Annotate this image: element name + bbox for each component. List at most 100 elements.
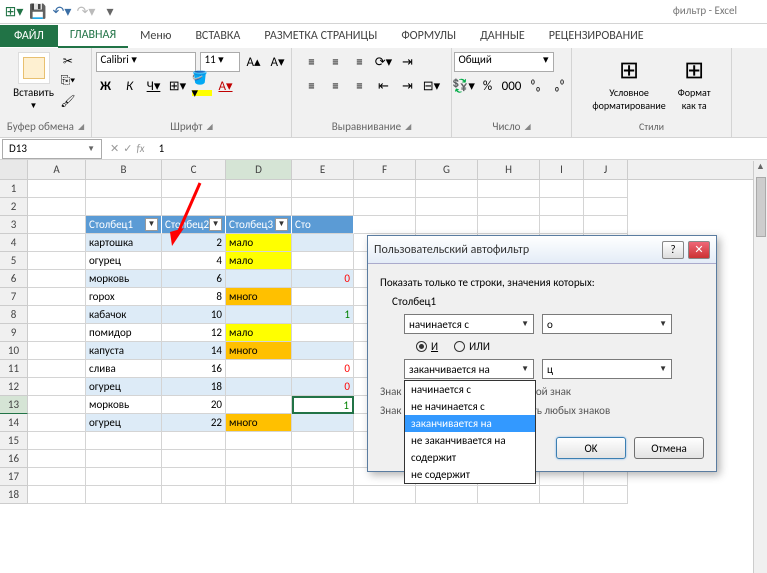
cell[interactable]	[28, 288, 86, 306]
cell[interactable]: Столбец2▼	[162, 216, 226, 234]
cell[interactable]	[292, 468, 354, 486]
cell[interactable]	[28, 306, 86, 324]
cell[interactable]: 0	[292, 360, 354, 378]
cell[interactable]	[86, 468, 162, 486]
dropdown-option[interactable]: не содержит	[405, 466, 535, 483]
cell[interactable]	[28, 360, 86, 378]
cancel-button[interactable]: Отмена	[634, 437, 704, 459]
cell[interactable]	[540, 198, 584, 216]
cell[interactable]	[540, 180, 584, 198]
filter-button[interactable]: ▼	[275, 218, 288, 231]
cell[interactable]: слива	[86, 360, 162, 378]
row-header[interactable]: 18	[0, 486, 28, 504]
cell[interactable]: 10	[162, 306, 226, 324]
cell[interactable]: 12	[162, 324, 226, 342]
scroll-up-icon[interactable]: ▲	[755, 161, 767, 175]
cell[interactable]	[478, 216, 540, 234]
orientation-icon[interactable]: ⟳▾	[374, 52, 394, 72]
cell[interactable]	[354, 216, 416, 234]
dialog-titlebar[interactable]: Пользовательский автофильтр ? ✕	[368, 236, 716, 264]
save-icon[interactable]: 💾	[30, 4, 46, 20]
col-header-D[interactable]: D	[226, 160, 292, 179]
cell[interactable]: мало	[226, 324, 292, 342]
cell[interactable]	[292, 342, 354, 360]
cell[interactable]	[416, 486, 478, 504]
cell[interactable]	[28, 450, 86, 468]
cell[interactable]: мало	[226, 234, 292, 252]
align-center-icon[interactable]: ≡	[326, 76, 346, 96]
copy-icon[interactable]: ⎘▾	[58, 72, 78, 90]
format-painter-icon[interactable]: 🖌	[58, 92, 78, 110]
cell[interactable]	[28, 432, 86, 450]
cell[interactable]	[584, 198, 628, 216]
dropdown-option[interactable]: содержит	[405, 449, 535, 466]
cell[interactable]	[540, 486, 584, 504]
cell[interactable]	[478, 486, 540, 504]
cell[interactable]	[292, 252, 354, 270]
cell[interactable]: огурец	[86, 378, 162, 396]
cell[interactable]	[226, 432, 292, 450]
cell[interactable]	[28, 396, 86, 414]
merge-icon[interactable]: ⊟▾	[422, 76, 442, 96]
align-middle-icon[interactable]: ≡	[326, 52, 346, 72]
cell[interactable]: огурец	[86, 252, 162, 270]
ok-button[interactable]: OK	[556, 437, 626, 459]
tab-insert[interactable]: ВСТАВКА	[183, 25, 252, 47]
decrease-font-icon[interactable]: A▾	[268, 52, 288, 72]
cell[interactable]	[86, 198, 162, 216]
cell[interactable]	[416, 216, 478, 234]
dialog-close-button[interactable]: ✕	[688, 241, 710, 259]
cell[interactable]: много	[226, 414, 292, 432]
col-header-F[interactable]: F	[354, 160, 416, 179]
cell[interactable]	[226, 468, 292, 486]
col-header-J[interactable]: J	[584, 160, 628, 179]
cell[interactable]	[226, 360, 292, 378]
tab-file[interactable]: ФАЙЛ	[0, 25, 58, 47]
tab-home[interactable]: ГЛАВНАЯ	[58, 24, 128, 48]
indent-inc-icon[interactable]: ⇥	[398, 76, 418, 96]
cell[interactable]	[292, 324, 354, 342]
row-header[interactable]: 12	[0, 378, 28, 396]
cell[interactable]	[86, 432, 162, 450]
cell[interactable]	[28, 216, 86, 234]
cell[interactable]: 4	[162, 252, 226, 270]
cell[interactable]: 0	[292, 378, 354, 396]
cell[interactable]	[226, 198, 292, 216]
undo-icon[interactable]: ↶▾	[54, 4, 70, 20]
row-header[interactable]: 2	[0, 198, 28, 216]
align-right-icon[interactable]: ≡	[350, 76, 370, 96]
col-header-B[interactable]: B	[86, 160, 162, 179]
cell[interactable]: помидор	[86, 324, 162, 342]
cell[interactable]	[28, 486, 86, 504]
cell[interactable]: мало	[226, 252, 292, 270]
scroll-thumb[interactable]	[756, 177, 766, 237]
font-size-select[interactable]: 11 ▾	[200, 52, 240, 72]
align-left-icon[interactable]: ≡	[302, 76, 322, 96]
cell[interactable]: горох	[86, 288, 162, 306]
tab-data[interactable]: ДАННЫЕ	[468, 25, 537, 47]
cell[interactable]	[584, 180, 628, 198]
cell[interactable]: 2	[162, 234, 226, 252]
cell[interactable]: 16	[162, 360, 226, 378]
font-name-select[interactable]: Calibri ▾	[96, 52, 196, 72]
tab-formulas[interactable]: ФОРМУЛЫ	[389, 25, 468, 47]
cell[interactable]: 8	[162, 288, 226, 306]
row-header[interactable]: 6	[0, 270, 28, 288]
cell[interactable]	[28, 324, 86, 342]
tab-layout[interactable]: РАЗМЕТКА СТРАНИЦЫ	[252, 25, 389, 47]
cell[interactable]: много	[226, 288, 292, 306]
cell[interactable]	[292, 450, 354, 468]
row-header[interactable]: 9	[0, 324, 28, 342]
cell[interactable]: Столбец3▼	[226, 216, 292, 234]
fx-icon[interactable]: fx	[136, 142, 144, 155]
cell[interactable]: 1	[292, 396, 354, 414]
cell[interactable]	[28, 234, 86, 252]
cell[interactable]	[226, 486, 292, 504]
cell[interactable]	[162, 486, 226, 504]
cell[interactable]	[28, 180, 86, 198]
cell[interactable]: Столбец1▼	[86, 216, 162, 234]
cell[interactable]	[292, 198, 354, 216]
cell[interactable]	[86, 180, 162, 198]
cell[interactable]	[292, 234, 354, 252]
col-header-G[interactable]: G	[416, 160, 478, 179]
